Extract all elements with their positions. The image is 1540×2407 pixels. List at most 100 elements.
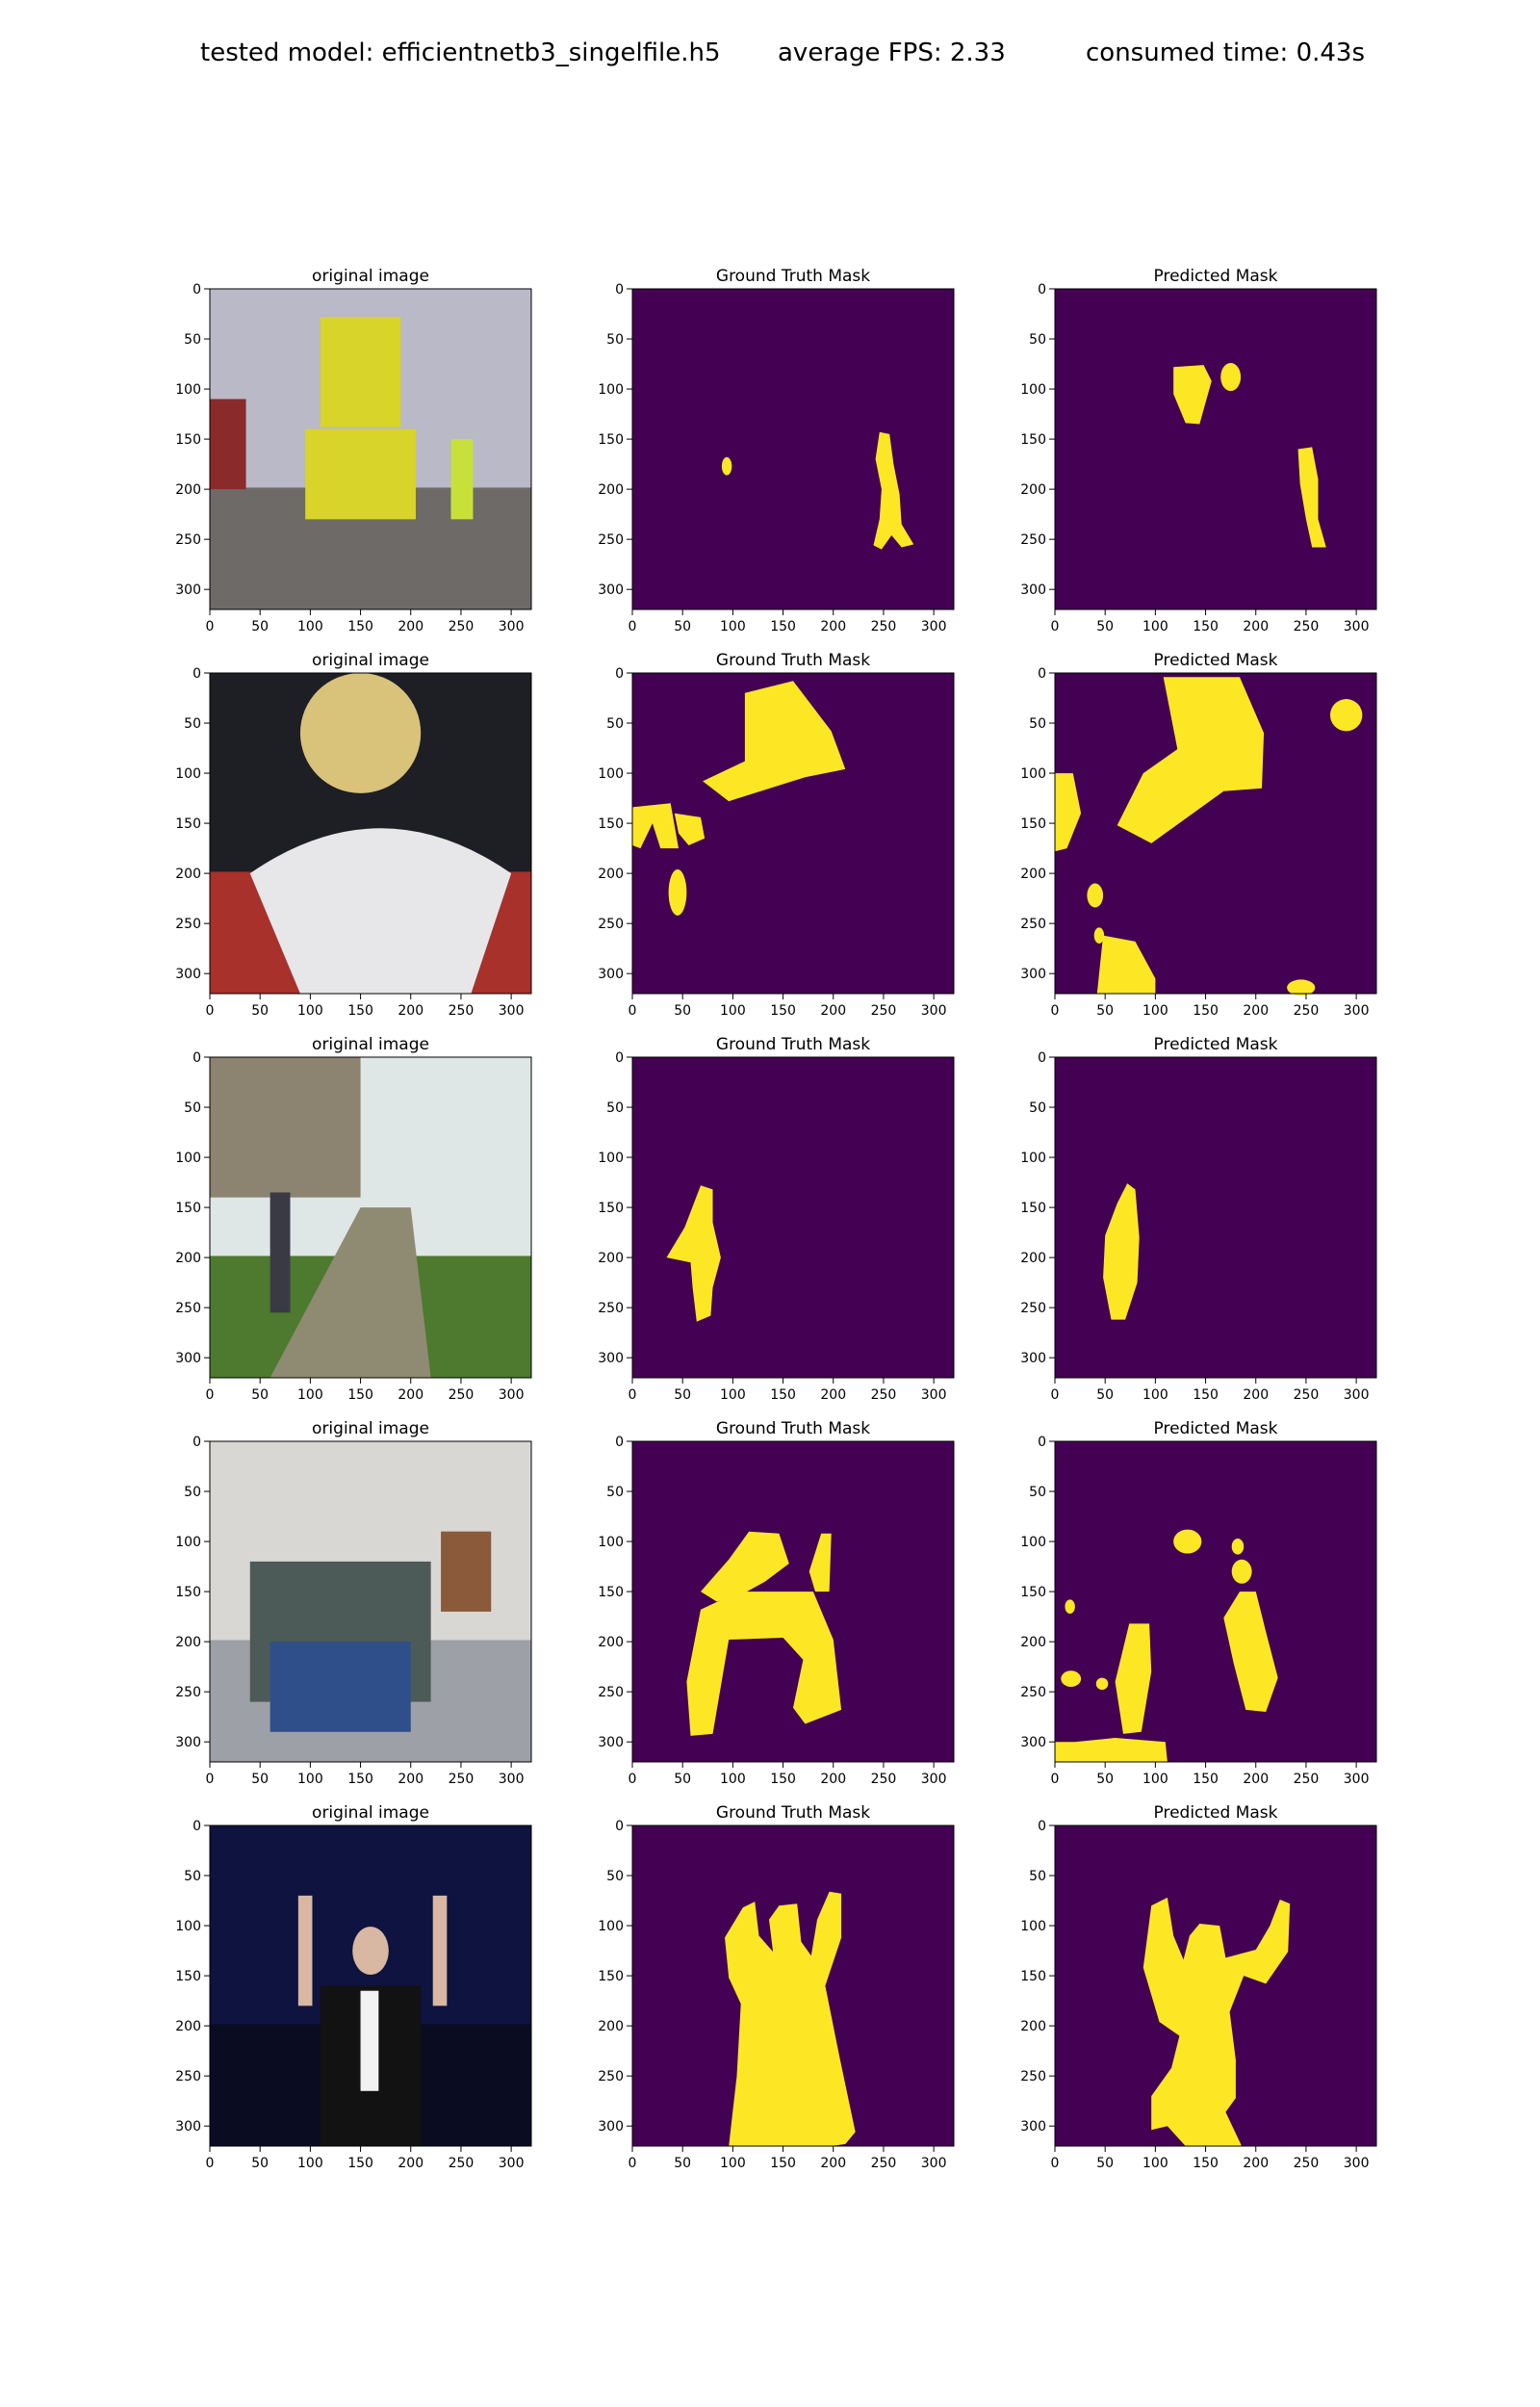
mask-region <box>1173 1529 1202 1554</box>
y-tick-label: 150 <box>1020 1969 1046 1984</box>
original-image-panel: original image 0 0 50 50 100 100 150 150 200 200 25… <box>175 1419 532 1787</box>
y-tick-label: 0 <box>1038 1435 1046 1450</box>
y-tick-label: 150 <box>1020 816 1046 832</box>
y-tick-label: 150 <box>598 432 624 448</box>
ground-truth-mask-panel: Ground Truth Mask 0 0 50 50 100 100 150 150 200 20… <box>598 1035 955 1403</box>
y-tick-label: 200 <box>1020 1251 1046 1266</box>
y-tick-label: 50 <box>606 1100 624 1116</box>
mask-background <box>1055 289 1376 609</box>
x-tick-label: 250 <box>871 1387 897 1403</box>
x-tick-label: 100 <box>1142 1003 1168 1019</box>
y-tick-label: 100 <box>598 1535 624 1550</box>
scene-photo <box>210 1825 531 2146</box>
ground-truth-mask-panel: Ground Truth Mask 0 0 50 50 100 100 150 150 200 20… <box>598 651 955 1019</box>
x-tick-label: 0 <box>1051 619 1060 634</box>
original-image-panel: original image 0 0 50 50 100 100 150 150 200 200 25… <box>175 267 532 634</box>
x-tick-label: 50 <box>1096 1772 1114 1787</box>
x-tick-label: 100 <box>297 1003 323 1019</box>
y-tick-label: 50 <box>606 1485 624 1500</box>
y-tick-label: 300 <box>1020 967 1046 982</box>
x-tick-label: 250 <box>449 1003 475 1019</box>
mask-region <box>1087 883 1104 908</box>
x-tick-label: 150 <box>1193 1003 1219 1019</box>
y-tick-label: 50 <box>1029 332 1046 348</box>
locomotive-body <box>305 428 416 520</box>
y-tick-label: 0 <box>615 1050 624 1066</box>
y-tick-label: 0 <box>192 1050 201 1066</box>
predicted-mask-title: Predicted Mask <box>1154 651 1278 670</box>
y-tick-label: 200 <box>1020 2019 1046 2034</box>
mask-region <box>1220 363 1242 392</box>
x-tick-label: 150 <box>1193 1772 1219 1787</box>
y-tick-label: 300 <box>175 967 201 982</box>
y-tick-label: 200 <box>175 867 201 882</box>
x-tick-label: 250 <box>871 2156 897 2171</box>
x-tick-label: 150 <box>770 2156 796 2171</box>
side-cabinet <box>441 1531 492 1612</box>
mask-region <box>1095 1677 1109 1691</box>
scene-photo <box>210 1441 531 1762</box>
x-tick-label: 50 <box>1096 1387 1114 1403</box>
scene-photo <box>210 673 531 994</box>
y-tick-label: 250 <box>598 917 624 932</box>
x-tick-label: 0 <box>1051 1772 1060 1787</box>
x-tick-label: 300 <box>921 619 947 634</box>
y-tick-label: 300 <box>598 1351 624 1366</box>
x-tick-label: 300 <box>499 1003 525 1019</box>
y-tick-label: 50 <box>1029 1100 1046 1116</box>
y-tick-label: 150 <box>175 1969 201 1984</box>
y-tick-label: 250 <box>175 532 201 548</box>
x-tick-label: 300 <box>921 1387 947 1403</box>
y-tick-label: 250 <box>1020 532 1046 548</box>
y-tick-label: 50 <box>1029 1485 1046 1500</box>
x-tick-label: 300 <box>921 1003 947 1019</box>
x-tick-label: 100 <box>1142 1772 1168 1787</box>
y-tick-label: 100 <box>175 766 201 782</box>
y-tick-label: 150 <box>1020 432 1046 448</box>
ground-truth-mask-title: Ground Truth Mask <box>716 1803 870 1823</box>
girl-figure <box>299 673 422 793</box>
predicted-mask-panel: Predicted Mask 0 0 50 50 100 100 150 150 200 200 25… <box>1020 651 1377 1019</box>
ground-truth-mask-panel: Ground Truth Mask 0 0 50 50 100 100 150 150 200 20… <box>598 1803 955 2171</box>
y-tick-label: 200 <box>598 1635 624 1650</box>
x-tick-label: 50 <box>1096 2156 1114 2171</box>
x-tick-label: 300 <box>499 2156 525 2171</box>
y-tick-label: 250 <box>175 917 201 932</box>
y-tick-label: 300 <box>175 1351 201 1366</box>
original-image-panel: original image 0 0 50 50 100 100 150 150 200 200 25… <box>175 1035 532 1403</box>
x-tick-label: 100 <box>1142 1387 1168 1403</box>
y-tick-label: 0 <box>192 1435 201 1450</box>
x-tick-label: 300 <box>1344 619 1370 634</box>
y-tick-label: 300 <box>175 2119 201 2135</box>
y-tick-label: 0 <box>1038 1819 1046 1834</box>
mask-background <box>1055 1057 1376 1378</box>
predicted-mask-panel: Predicted Mask 0 0 50 50 100 100 150 150 200 200 25… <box>1020 1419 1377 1787</box>
y-tick-label: 100 <box>598 382 624 398</box>
y-tick-label: 100 <box>175 1151 201 1166</box>
x-tick-label: 200 <box>1243 619 1269 634</box>
ground-truth-mask-title: Ground Truth Mask <box>716 651 870 670</box>
x-tick-label: 50 <box>251 1003 269 1019</box>
x-tick-label: 300 <box>1344 1387 1370 1403</box>
y-tick-label: 100 <box>598 766 624 782</box>
x-tick-label: 250 <box>1294 619 1320 634</box>
child-figure <box>270 1192 291 1313</box>
y-tick-label: 150 <box>1020 1201 1046 1216</box>
x-tick-label: 300 <box>921 2156 947 2171</box>
x-tick-label: 200 <box>820 1003 846 1019</box>
x-tick-label: 250 <box>449 2156 475 2171</box>
y-tick-label: 50 <box>606 1869 624 1884</box>
y-tick-label: 100 <box>1020 1151 1046 1166</box>
y-tick-label: 250 <box>598 2069 624 2084</box>
y-tick-label: 200 <box>175 2019 201 2034</box>
y-tick-label: 300 <box>598 1735 624 1750</box>
x-tick-label: 300 <box>1344 1003 1370 1019</box>
x-tick-label: 250 <box>1294 2156 1320 2171</box>
x-tick-label: 250 <box>871 619 897 634</box>
x-tick-label: 100 <box>720 1772 746 1787</box>
original-image-title: original image <box>312 1803 429 1823</box>
x-tick-label: 150 <box>1193 619 1219 634</box>
y-tick-label: 50 <box>1029 716 1046 732</box>
x-tick-label: 200 <box>1243 1387 1269 1403</box>
face <box>352 1927 389 1976</box>
